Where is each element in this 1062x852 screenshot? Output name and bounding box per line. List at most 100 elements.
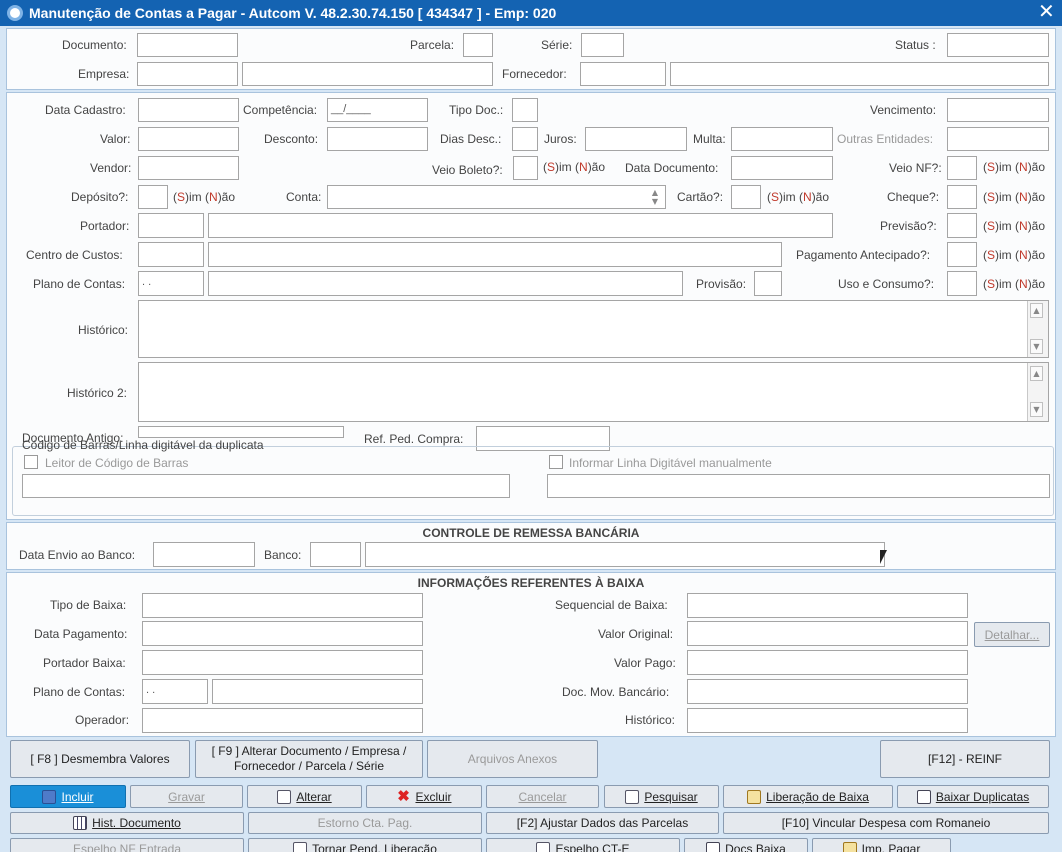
data-envio-input[interactable] — [153, 542, 255, 567]
liberacao-baixa-button[interactable]: Liberação de Baixa — [723, 785, 893, 808]
title-bar: Manutenção de Contas a Pagar - Autcom V.… — [0, 0, 1062, 26]
previsao-input[interactable] — [947, 213, 977, 238]
vencimento-input[interactable] — [947, 98, 1049, 122]
juros-input[interactable] — [585, 127, 687, 151]
provisao-input[interactable] — [754, 271, 782, 296]
remessa-title: CONTROLE DE REMESSA BANCÁRIA — [422, 526, 640, 540]
conta-spinner-icon[interactable]: ▲ ▼ — [648, 188, 662, 206]
deposito-hint: (S)im (N)ão — [173, 190, 236, 204]
previsao-hint: (S)im (N)ão — [983, 219, 1046, 233]
imp-pagar-button[interactable]: Imp. Pagar — [812, 838, 951, 852]
baixa-plano-contas-name-input[interactable] — [212, 679, 423, 704]
dias-desc-input[interactable] — [512, 127, 538, 151]
fornecedor-name-input[interactable] — [670, 62, 1049, 86]
uso-consumo-input[interactable] — [947, 271, 977, 296]
data-documento-label: Data Documento: — [625, 161, 719, 175]
alterar-button[interactable]: Alterar — [247, 785, 362, 808]
valor-pago-label: Valor Pago: — [614, 656, 676, 670]
incluir-button[interactable]: Incluir — [10, 785, 126, 808]
historico-textarea[interactable] — [138, 300, 1049, 358]
plano-contas-code-input[interactable]: . . — [138, 271, 204, 296]
sequencial-input[interactable] — [687, 593, 968, 618]
uso-consumo-label: Uso e Consumo?: — [838, 277, 935, 291]
portador-baixa-input[interactable] — [142, 650, 423, 675]
veio-nf-hint: (S)im (N)ão — [983, 160, 1046, 174]
data-cadastro-input[interactable] — [138, 98, 239, 122]
fornecedor-code-input[interactable] — [580, 62, 666, 86]
pesquisar-button[interactable]: Pesquisar — [604, 785, 719, 808]
documento-input[interactable] — [137, 33, 238, 57]
parcela-input[interactable] — [463, 33, 493, 57]
excluir-button[interactable]: ✖ Excluir — [366, 785, 482, 808]
pagamento-antecipado-input[interactable] — [947, 242, 977, 267]
manual-checkbox[interactable] — [549, 455, 563, 469]
tornar-pend-button[interactable]: Tornar Pend. Liberação — [248, 838, 482, 852]
baixar-duplicatas-button[interactable]: Baixar Duplicatas — [897, 785, 1049, 808]
scroll-down-icon[interactable]: ▼ — [1030, 402, 1043, 417]
data-pagamento-label: Data Pagamento: — [34, 627, 128, 641]
plano-contas-name-input[interactable] — [208, 271, 683, 296]
valor-original-input[interactable] — [687, 621, 968, 646]
empresa-name-input[interactable] — [242, 62, 493, 86]
hist-documento-button[interactable]: Hist. Documento — [10, 812, 244, 834]
banco-name-input[interactable] — [365, 542, 885, 567]
conta-select[interactable] — [327, 185, 666, 209]
f9-alterar-button[interactable]: [ F9 ] Alterar Documento / Empresa / Forn… — [195, 740, 423, 778]
data-pagamento-input[interactable] — [142, 621, 423, 646]
baixa-plano-contas-code-input[interactable]: . . — [142, 679, 208, 704]
provisao-label: Provisão: — [696, 277, 747, 291]
money-icon — [842, 842, 857, 852]
docs-baixa-button[interactable]: Docs Baixa — [684, 838, 808, 852]
portador-name-input[interactable] — [208, 213, 833, 238]
arquivos-anexos-button[interactable]: Arquivos Anexos — [427, 740, 598, 778]
vendor-input[interactable] — [138, 156, 239, 180]
linha-digitavel-input[interactable] — [547, 474, 1050, 498]
empresa-code-input[interactable] — [137, 62, 238, 86]
valor-input[interactable] — [138, 127, 239, 151]
estorno-button[interactable]: Estorno Cta. Pag. — [248, 812, 482, 834]
historico2-scrollbar[interactable]: ▲ ▼ — [1027, 363, 1048, 421]
doc-mov-input[interactable] — [687, 679, 968, 704]
close-icon[interactable]: ✕ — [1038, 0, 1055, 24]
valor-pago-input[interactable] — [687, 650, 968, 675]
centro-custos-code-input[interactable] — [138, 242, 204, 267]
f8-desmembra-button[interactable]: [ F8 ] Desmembra Valores — [10, 740, 190, 778]
multa-input[interactable] — [731, 127, 833, 151]
gravar-button[interactable]: Gravar — [130, 785, 243, 808]
tipo-doc-input[interactable] — [512, 98, 538, 122]
competencia-input[interactable]: __/____ — [327, 98, 428, 122]
scroll-up-icon[interactable]: ▲ — [1030, 303, 1043, 318]
data-cadastro-label: Data Cadastro: — [45, 103, 126, 117]
f2-ajustar-button[interactable]: [F2] Ajustar Dados das Parcelas — [486, 812, 719, 834]
barcode-input[interactable] — [22, 474, 510, 498]
status-input[interactable] — [947, 33, 1049, 57]
espelho-nf-button[interactable]: Espelho NF Entrada — [10, 838, 244, 852]
deposito-input[interactable] — [138, 185, 168, 209]
ref-ped-compra-label: Ref. Ped. Compra: — [364, 432, 464, 446]
historico-scrollbar[interactable]: ▲ ▼ — [1027, 301, 1048, 357]
baixa-historico-input[interactable] — [687, 708, 968, 733]
scroll-up-icon[interactable]: ▲ — [1030, 366, 1043, 381]
cheque-input[interactable] — [947, 185, 977, 209]
historico2-textarea[interactable] — [138, 362, 1049, 422]
veio-boleto-input[interactable] — [513, 156, 538, 180]
veio-nf-input[interactable] — [947, 156, 977, 180]
detalhar-button[interactable]: Detalhar... — [974, 622, 1050, 647]
outras-entidades-input[interactable] — [947, 127, 1049, 151]
f12-reinf-button[interactable]: [F12] - REINF — [880, 740, 1050, 778]
scroll-down-icon[interactable]: ▼ — [1030, 339, 1043, 354]
leitor-checkbox[interactable] — [24, 455, 38, 469]
f10-vincular-button[interactable]: [F10] Vincular Despesa com Romaneio — [723, 812, 1049, 834]
desconto-input[interactable] — [327, 127, 428, 151]
portador-code-input[interactable] — [138, 213, 204, 238]
centro-custos-name-input[interactable] — [208, 242, 782, 267]
cheque-hint: (S)im (N)ão — [983, 190, 1046, 204]
data-documento-input[interactable] — [731, 156, 833, 180]
banco-code-input[interactable] — [310, 542, 361, 567]
cartao-input[interactable] — [731, 185, 761, 209]
operador-input[interactable] — [142, 708, 423, 733]
espelho-cte-button[interactable]: Espelho CT-E — [486, 838, 680, 852]
cancelar-button[interactable]: Cancelar — [486, 785, 599, 808]
tipo-baixa-input[interactable] — [142, 593, 423, 618]
serie-input[interactable] — [581, 33, 624, 57]
